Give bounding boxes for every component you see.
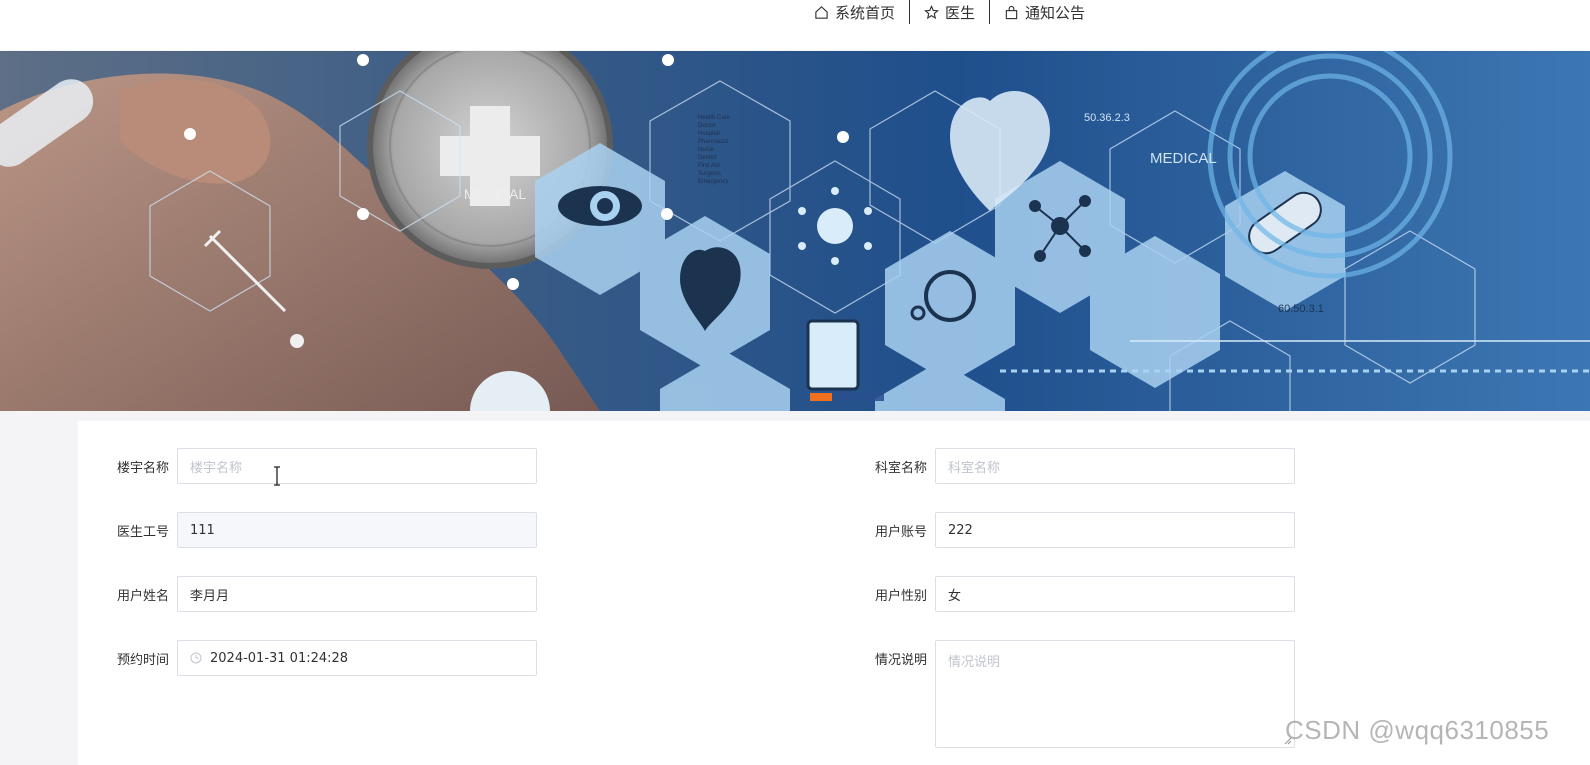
carousel-indicators	[810, 393, 884, 401]
appointment-time-input[interactable]: 2024-01-31 01:24:28	[177, 640, 537, 676]
nav-item-label: 医生	[945, 3, 976, 22]
svg-text:Nurse: Nurse	[698, 147, 715, 153]
carousel-dot-1[interactable]	[810, 393, 832, 401]
user-account-label: 用户账号	[874, 524, 927, 540]
doctor-id-label: 医生工号	[116, 524, 169, 540]
text-cursor-icon	[274, 466, 280, 486]
banner-image: MEDICAL MEDICAL 50.36.2.3 60.50.3.1 Heal…	[0, 51, 1590, 411]
user-gender-label: 用户性别	[874, 588, 927, 604]
nav-menu: 系统首页 医生 通知公告	[800, 0, 1099, 24]
form-row-department: 科室名称 科室名称	[845, 448, 1295, 484]
banner-medical-text-right: MEDICAL	[1150, 150, 1217, 167]
appointment-time-label: 预约时间	[116, 652, 169, 668]
hero-banner: MEDICAL MEDICAL 50.36.2.3 60.50.3.1 Heal…	[0, 51, 1590, 411]
department-label: 科室名称	[874, 460, 927, 476]
carousel-dot-2[interactable]	[836, 393, 858, 401]
banner-code-text-1: 50.36.2.3	[1084, 112, 1130, 124]
building-label: 楼宇名称	[116, 460, 169, 476]
svg-text:Dentist: Dentist	[698, 155, 717, 161]
form-row-description: 情况说明 情况说明	[845, 640, 1295, 748]
form-row-building: 楼宇名称 楼宇名称	[87, 448, 537, 484]
nav-item-home[interactable]: 系统首页	[800, 0, 909, 24]
carousel-dot-3[interactable]	[862, 393, 884, 401]
description-textarea[interactable]: 情况说明	[935, 640, 1295, 748]
svg-text:Surgeon: Surgeon	[698, 171, 721, 177]
svg-text:Pharmacist: Pharmacist	[698, 139, 728, 145]
building-input[interactable]: 楼宇名称	[177, 448, 537, 484]
banner-code-text-2: 60.50.3.1	[1278, 303, 1324, 315]
user-account-input[interactable]: 222	[935, 512, 1295, 548]
star-icon	[924, 4, 939, 19]
form-row-user-account: 用户账号 222	[845, 512, 1295, 548]
form-row-doctor-id: 医生工号 111	[87, 512, 537, 548]
form-row-user-gender: 用户性别 女	[845, 576, 1295, 612]
user-name-input[interactable]: 李月月	[177, 576, 537, 612]
user-name-label: 用户姓名	[116, 588, 169, 604]
svg-text:Emergency: Emergency	[698, 179, 728, 185]
user-gender-input[interactable]: 女	[935, 576, 1295, 612]
svg-text:First Aid: First Aid	[698, 163, 720, 169]
description-placeholder: 情况说明	[948, 655, 1001, 670]
banner-medical-text-left: MEDICAL	[464, 186, 526, 202]
doctor-id-input[interactable]: 111	[177, 512, 537, 548]
nav-item-label: 通知公告	[1025, 3, 1086, 22]
svg-text:Doctor: Doctor	[698, 123, 716, 129]
department-input[interactable]: 科室名称	[935, 448, 1295, 484]
nav-item-label: 系统首页	[835, 3, 896, 22]
form-row-appointment-time: 预约时间 2024-01-31 01:24:28	[87, 640, 537, 676]
appointment-time-value: 2024-01-31 01:24:28	[210, 650, 349, 666]
clock-icon	[190, 652, 202, 664]
bag-icon	[1005, 5, 1018, 19]
form-row-user-name: 用户姓名 李月月	[87, 576, 537, 612]
nav-item-notice[interactable]: 通知公告	[990, 0, 1099, 24]
nav-item-doctor[interactable]: 医生	[910, 0, 989, 24]
svg-text:Health Care: Health Care	[698, 115, 731, 121]
description-label: 情况说明	[874, 653, 927, 668]
svg-text:Hospital: Hospital	[698, 131, 720, 137]
top-navigation-bar: 系统首页 医生 通知公告	[0, 0, 1590, 50]
watermark: CSDN @wqq6310855	[1285, 715, 1550, 745]
home-icon	[815, 5, 828, 19]
